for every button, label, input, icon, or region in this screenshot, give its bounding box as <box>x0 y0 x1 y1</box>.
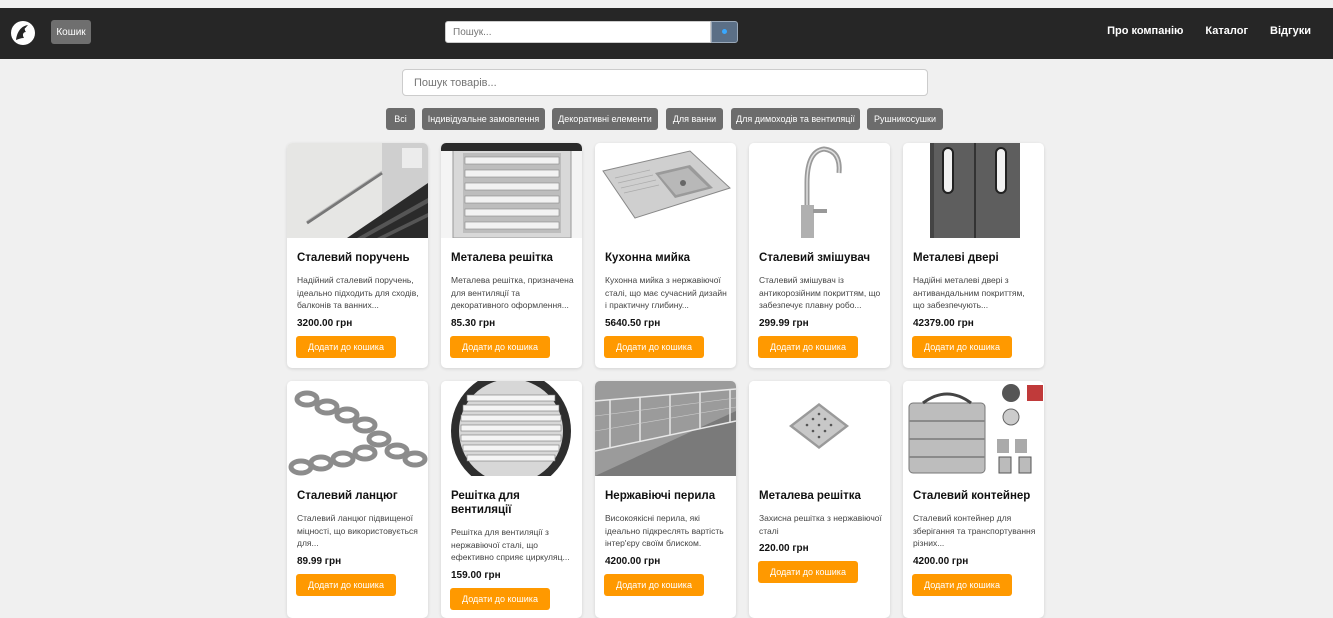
product-price: 299.99 грн <box>759 318 809 329</box>
product-description: Металева решітка, призначена для вентиля… <box>451 275 574 310</box>
add-to-cart-button[interactable]: Додати до кошика <box>912 336 1012 358</box>
product-image <box>287 381 428 476</box>
product-image <box>749 381 890 476</box>
product-card[interactable]: Металеві двері Надійні металеві двері з … <box>903 143 1044 368</box>
add-to-cart-button[interactable]: Додати до кошика <box>296 336 396 358</box>
product-description: Захисна решітка з нержавіючої сталі <box>759 513 882 536</box>
product-price: 5640.50 грн <box>605 318 661 329</box>
filter-bathroom[interactable]: Для ванни <box>666 108 723 130</box>
product-price: 85.30 грн <box>451 318 496 329</box>
product-search-input[interactable] <box>402 69 928 96</box>
product-title[interactable]: Металева решітка <box>451 251 576 265</box>
filter-towel-dryers[interactable]: Рушникосушки <box>867 108 943 130</box>
product-image <box>287 143 428 238</box>
add-to-cart-button[interactable]: Додати до кошика <box>450 336 550 358</box>
add-to-cart-button[interactable]: Додати до кошика <box>604 336 704 358</box>
product-image <box>595 143 736 238</box>
product-card[interactable]: Сталевий поручень Надійний сталевий пору… <box>287 143 428 368</box>
product-image <box>749 143 890 238</box>
product-description: Надійні металеві двері з антивандальним … <box>913 275 1025 310</box>
product-card[interactable]: Нержавіючі перила Високоякісні перила, я… <box>595 381 736 618</box>
filter-custom-order[interactable]: Індивідуальне замовлення <box>422 108 545 130</box>
product-description: Сталевий ланцюг підвищеної міцності, що … <box>297 513 418 548</box>
product-price: 4200.00 грн <box>605 556 661 567</box>
add-to-cart-button[interactable]: Додати до кошика <box>604 574 704 596</box>
product-card[interactable]: Сталевий змішувач Сталевий змішувач із а… <box>749 143 890 368</box>
product-image <box>903 143 1044 238</box>
header-search-button[interactable] <box>711 21 738 43</box>
nav-links: Про компанію Каталог Відгуки <box>1107 25 1311 37</box>
product-title[interactable]: Сталевий контейнер <box>913 489 1038 503</box>
product-price: 4200.00 грн <box>913 556 969 567</box>
product-description: Сталевий контейнер для зберігання та тра… <box>913 513 1036 548</box>
add-to-cart-button[interactable]: Додати до кошика <box>450 588 550 610</box>
product-card[interactable]: Сталевий контейнер Сталевий контейнер дл… <box>903 381 1044 618</box>
product-title[interactable]: Кухонна мийка <box>605 251 730 265</box>
product-description: Решітка для вентиляції з нержавіючої ста… <box>451 527 570 562</box>
product-title[interactable]: Металеві двері <box>913 251 1038 265</box>
logo-icon[interactable] <box>10 20 36 46</box>
product-card[interactable]: Металева решітка Захисна решітка з нержа… <box>749 381 890 618</box>
add-to-cart-button[interactable]: Додати до кошика <box>758 336 858 358</box>
add-to-cart-button[interactable]: Додати до кошика <box>296 574 396 596</box>
product-title[interactable]: Металева решітка <box>759 489 884 503</box>
product-image <box>441 381 582 476</box>
product-title[interactable]: Сталевий поручень <box>297 251 422 265</box>
product-price: 159.00 грн <box>451 570 501 581</box>
product-image <box>595 381 736 476</box>
product-image <box>903 381 1044 476</box>
product-card[interactable]: Металева решітка Металева решітка, призн… <box>441 143 582 368</box>
product-price: 42379.00 грн <box>913 318 974 329</box>
header-search-input[interactable] <box>445 21 711 43</box>
product-price: 220.00 грн <box>759 543 809 554</box>
product-price: 3200.00 грн <box>297 318 353 329</box>
product-description: Надійний сталевий поручень, ідеально під… <box>297 275 419 310</box>
product-description: Кухонна мийка з нержавіючої сталі, що ма… <box>605 275 727 310</box>
nav-link-reviews[interactable]: Відгуки <box>1270 25 1311 37</box>
product-image <box>441 143 582 238</box>
product-card[interactable]: Решітка для вентиляції Решітка для венти… <box>441 381 582 618</box>
product-description: Високоякісні перила, які ідеально підкре… <box>605 513 724 548</box>
nav-link-catalog[interactable]: Каталог <box>1205 25 1248 37</box>
product-title[interactable]: Нержавіючі перила <box>605 489 730 503</box>
product-title[interactable]: Решітка для вентиляції <box>451 489 576 517</box>
search-icon <box>722 29 727 34</box>
product-card[interactable]: Сталевий ланцюг Сталевий ланцюг підвищен… <box>287 381 428 618</box>
cart-button[interactable]: Кошик <box>51 20 91 44</box>
filter-chimney-ventilation[interactable]: Для димоходів та вентиляції <box>731 108 860 130</box>
filter-all[interactable]: Всі <box>386 108 415 130</box>
add-to-cart-button[interactable]: Додати до кошика <box>758 561 858 583</box>
nav-link-about[interactable]: Про компанію <box>1107 25 1183 37</box>
product-description: Сталевий змішувач із антикорозійним покр… <box>759 275 881 310</box>
filter-decorative[interactable]: Декоративні елементи <box>552 108 658 130</box>
product-card[interactable]: Кухонна мийка Кухонна мийка з нержавіючо… <box>595 143 736 368</box>
product-title[interactable]: Сталевий змішувач <box>759 251 884 265</box>
add-to-cart-button[interactable]: Додати до кошика <box>912 574 1012 596</box>
top-navbar: Кошик Про компанію Каталог Відгуки <box>0 8 1333 59</box>
product-title[interactable]: Сталевий ланцюг <box>297 489 422 503</box>
product-price: 89.99 грн <box>297 556 342 567</box>
